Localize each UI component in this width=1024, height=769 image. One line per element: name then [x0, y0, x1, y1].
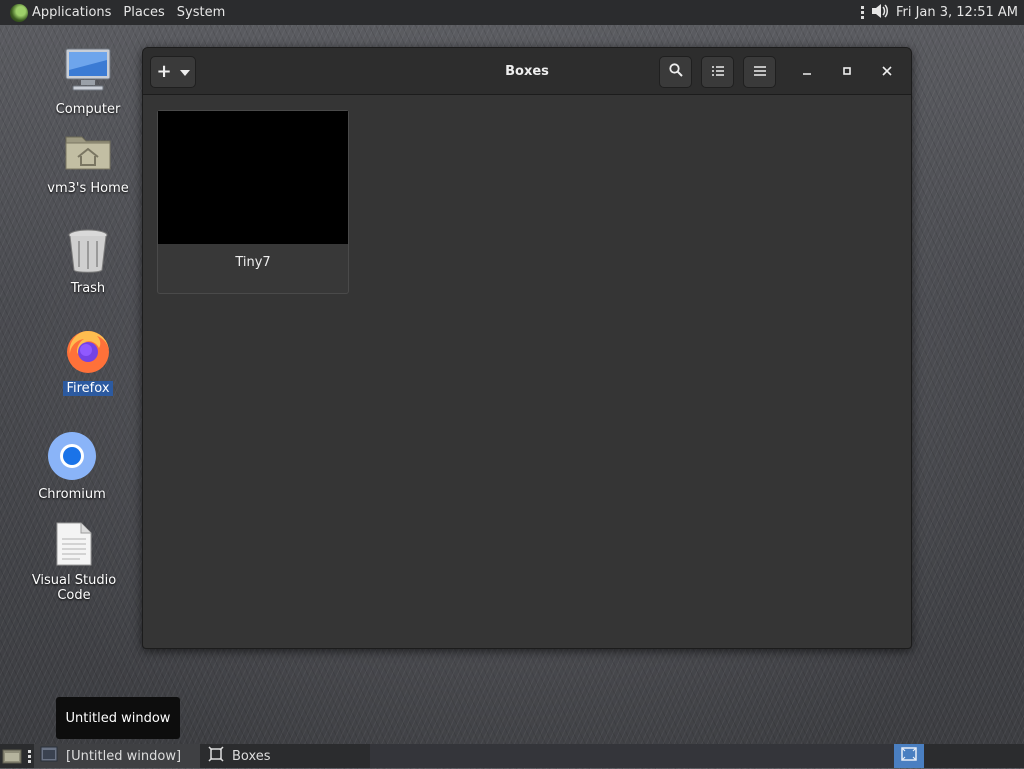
panel-handle-icon[interactable] [28, 750, 31, 763]
task-label: Boxes [232, 748, 271, 764]
window-icon [40, 746, 58, 766]
workspace-icon [900, 746, 918, 766]
desktop-icon-trash[interactable]: Trash [33, 227, 143, 296]
home-folder-icon [33, 127, 143, 179]
system-menu[interactable]: System [171, 0, 231, 25]
show-desktop-icon [2, 749, 22, 769]
tooltip: Untitled window [56, 697, 180, 739]
search-button[interactable] [659, 56, 692, 88]
places-menu-label: Places [123, 5, 165, 20]
vm-tile[interactable]: Tiny7 [157, 110, 349, 294]
taskbar-empty-area [370, 744, 894, 768]
task-label: [Untitled window] [66, 748, 182, 764]
clock[interactable]: Fri Jan 3, 12:51 AM [896, 5, 1018, 20]
window-headerbar[interactable]: + Boxes [143, 48, 911, 95]
desktop-icon-firefox[interactable]: Firefox [33, 327, 143, 396]
close-button[interactable] [875, 60, 899, 84]
applications-menu-label: Applications [32, 5, 112, 20]
task-untitled-window[interactable]: [Untitled window] [34, 744, 200, 768]
firefox-icon [33, 327, 143, 379]
desktop-icon-label: Computer [55, 102, 121, 117]
chromium-icon [17, 431, 127, 485]
distro-logo-icon [10, 3, 28, 22]
desktop-icon-label: Chromium [38, 487, 106, 502]
vm-thumbnail [158, 111, 348, 244]
task-boxes[interactable]: Boxes [202, 744, 370, 768]
new-box-button[interactable]: + [150, 56, 196, 88]
places-menu[interactable]: Places [117, 0, 170, 25]
trash-icon [33, 227, 143, 279]
maximize-icon [842, 64, 852, 80]
volume-icon[interactable] [870, 2, 890, 24]
system-menu-label: System [176, 5, 226, 20]
plus-icon: + [156, 61, 172, 82]
desktop-icon-home[interactable]: vm3's Home [33, 127, 143, 196]
boxes-icon [208, 746, 224, 766]
main-menu-button[interactable] [743, 56, 776, 88]
desktop-icon-chromium[interactable]: Chromium [17, 431, 127, 502]
top-right-tray: Fri Jan 3, 12:51 AM [860, 0, 1018, 25]
top-panel: Applications Places System Fri Jan 3, 12… [0, 0, 1024, 25]
show-desktop-button[interactable] [2, 747, 22, 769]
panel-handle-icon[interactable] [860, 6, 864, 19]
close-icon [882, 64, 892, 80]
vm-name: Tiny7 [235, 255, 271, 270]
desktop-icon-label: vm3's Home [47, 181, 129, 196]
bottom-panel: [Untitled window] Boxes [0, 744, 1024, 768]
hamburger-menu-icon [753, 65, 766, 80]
computer-icon [33, 46, 143, 100]
chevron-down-icon [179, 65, 190, 80]
document-icon [19, 521, 129, 571]
minimize-icon [802, 64, 812, 80]
boxes-window: + Boxes Tiny7 [142, 47, 912, 649]
desktop-icon-label: Trash [70, 281, 106, 296]
desktop-icon-computer[interactable]: Computer [33, 46, 143, 117]
desktop-icon-label: Visual Studio Code [31, 573, 117, 603]
minimize-button[interactable] [795, 60, 819, 84]
maximize-button[interactable] [835, 60, 859, 84]
desktop-icon-vscode[interactable]: Visual Studio Code [19, 521, 129, 603]
applications-menu[interactable]: Applications [0, 0, 117, 25]
list-view-button[interactable] [701, 56, 734, 88]
list-view-icon [711, 65, 724, 80]
workspace-switcher[interactable] [894, 744, 924, 768]
desktop-icon-label: Firefox [63, 381, 113, 396]
search-icon [668, 63, 683, 81]
